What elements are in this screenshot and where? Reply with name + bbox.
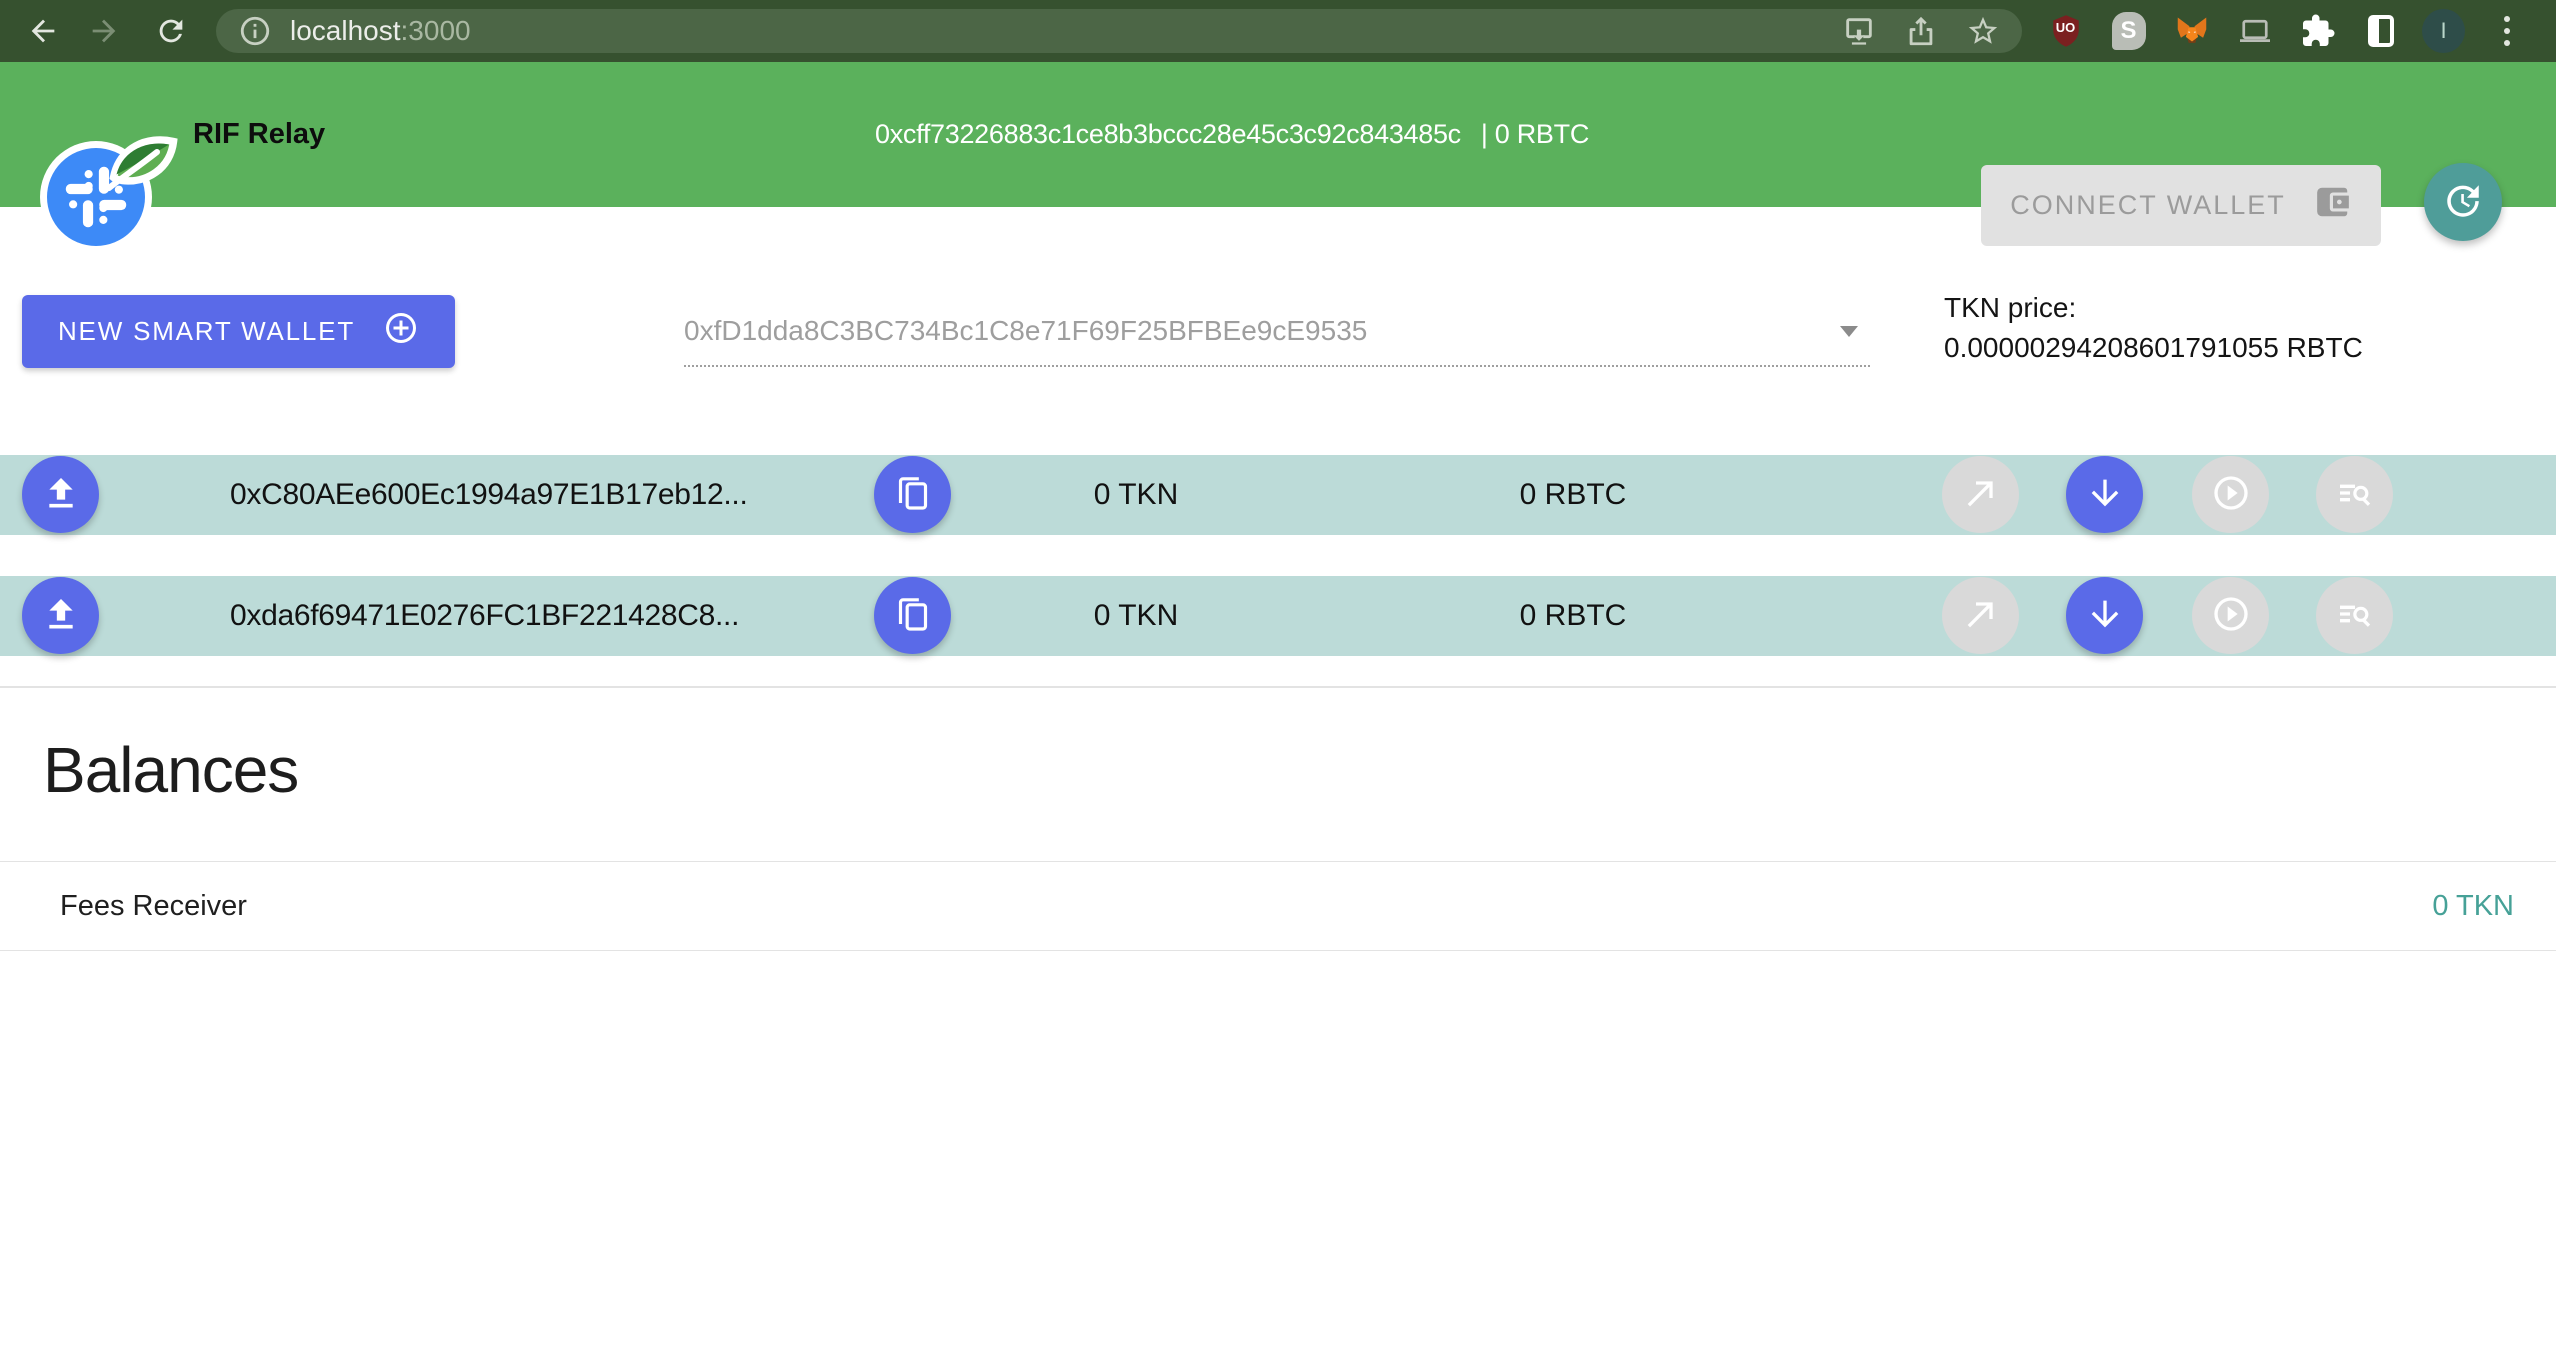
ublock-extension-icon[interactable]: UO <box>2044 10 2087 53</box>
forward-arrow-icon <box>87 35 121 52</box>
copy-address-button[interactable] <box>874 577 951 654</box>
extensions-puzzle-icon[interactable] <box>2296 10 2339 53</box>
site-info-icon[interactable] <box>238 14 272 48</box>
wallet-token-balance: 0 TKN <box>1036 576 1236 656</box>
profile-initial: I <box>2422 9 2465 53</box>
back-arrow-icon <box>26 35 60 52</box>
connect-wallet-label: CONNECT WALLET <box>2010 190 2286 221</box>
fees-receiver-value: 0 TKN <box>2432 890 2514 923</box>
token-price-value: 0.00000294208601791055 RBTC <box>1944 328 2363 368</box>
laptop-extension-icon[interactable] <box>2233 10 2276 53</box>
kebab-menu-icon <box>2504 16 2510 46</box>
upload-icon <box>41 594 81 637</box>
rif-relay-logo <box>40 141 152 253</box>
wallet-address: 0xC80AEe600Ec1994a97E1B17eb12... <box>230 455 748 535</box>
install-app-icon[interactable] <box>1842 14 1876 48</box>
fees-receiver-row: Fees Receiver 0 TKN <box>0 861 2556 951</box>
app-header: RIF Relay 0xcff73226883c1ce8b3bccc28e45c… <box>0 62 2556 207</box>
fees-receiver-label: Fees Receiver <box>60 890 247 923</box>
s-extension-icon[interactable]: S <box>2107 10 2150 53</box>
play-circle-icon <box>2211 473 2251 516</box>
search-list-icon <box>2335 594 2375 637</box>
url-text: localhost:3000 <box>290 15 471 47</box>
account-address: 0xcff73226883c1ce8b3bccc28e45c3c92c84348… <box>875 119 1461 150</box>
transfer-button[interactable] <box>1942 577 2019 654</box>
side-panel-icon[interactable] <box>2359 10 2402 53</box>
section-divider <box>0 686 2556 688</box>
transfer-button[interactable] <box>1942 456 2019 533</box>
bookmark-star-icon[interactable] <box>1966 14 2000 48</box>
wallet-address: 0xda6f69471E0276FC1BF221428C8... <box>230 576 739 656</box>
inspect-transactions-button[interactable] <box>2316 577 2393 654</box>
share-icon[interactable] <box>1904 14 1938 48</box>
smart-wallet-row: 0xda6f69471E0276FC1BF221428C8... 0 TKN 0… <box>0 576 2556 656</box>
app-title: RIF Relay <box>193 62 325 207</box>
arrow-up-right-icon <box>1961 473 2001 516</box>
forward-button[interactable] <box>87 14 121 48</box>
refresh-button[interactable] <box>2424 163 2502 241</box>
metamask-extension-icon[interactable] <box>2170 10 2213 53</box>
receive-button[interactable] <box>2066 577 2143 654</box>
execute-button[interactable] <box>2192 577 2269 654</box>
copy-icon <box>893 594 933 637</box>
receive-button[interactable] <box>2066 456 2143 533</box>
copy-icon <box>893 473 933 516</box>
url-host: localhost <box>290 15 401 46</box>
execute-button[interactable] <box>2192 456 2269 533</box>
balances-title: Balances <box>43 733 298 807</box>
header-account-info: 0xcff73226883c1ce8b3bccc28e45c3c92c84348… <box>875 62 1589 207</box>
arrow-up-right-icon <box>1961 594 2001 637</box>
deploy-wallet-button[interactable] <box>22 577 99 654</box>
back-button[interactable] <box>26 14 60 48</box>
account-balance: | 0 RBTC <box>1481 119 1589 150</box>
s-extension-label: S <box>2112 12 2146 50</box>
side-panel-glyph <box>2368 15 2394 47</box>
smart-wallet-row: 0xC80AEe600Ec1994a97E1B17eb12... 0 TKN 0… <box>0 455 2556 535</box>
upload-icon <box>41 473 81 516</box>
new-smart-wallet-label: NEW SMART WALLET <box>58 316 355 347</box>
wallet-token-balance: 0 TKN <box>1036 455 1236 535</box>
wallet-rbtc-balance: 0 RBTC <box>1463 576 1683 656</box>
url-bar[interactable]: localhost:3000 <box>216 9 2022 53</box>
arrow-down-icon <box>2085 473 2125 516</box>
profile-avatar[interactable]: I <box>2422 10 2465 53</box>
new-smart-wallet-button[interactable]: NEW SMART WALLET <box>22 295 455 368</box>
arrow-down-icon <box>2085 594 2125 637</box>
ublock-label: UO <box>2044 20 2087 35</box>
token-price-label: TKN price: <box>1944 288 2363 328</box>
browser-toolbar: localhost:3000 UO S <box>0 0 2556 62</box>
smart-wallet-select-value: 0xfD1dda8C3BC734Bc1C8e71F69F25BFBEe9cE95… <box>684 315 1367 347</box>
chevron-down-icon <box>1840 326 1858 337</box>
deploy-wallet-button[interactable] <box>22 456 99 533</box>
leaf-icon <box>106 131 178 191</box>
reload-button[interactable] <box>154 14 188 48</box>
update-clock-icon <box>2442 180 2484 225</box>
inspect-transactions-button[interactable] <box>2316 456 2393 533</box>
wallet-icon <box>2314 183 2352 228</box>
search-list-icon <box>2335 473 2375 516</box>
reload-icon <box>154 35 188 52</box>
copy-address-button[interactable] <box>874 456 951 533</box>
token-price: TKN price: 0.00000294208601791055 RBTC <box>1944 288 2363 368</box>
url-port: :3000 <box>401 15 471 46</box>
extension-icons: UO S I <box>2044 0 2528 62</box>
add-circle-icon <box>383 310 419 353</box>
smart-wallet-select[interactable]: 0xfD1dda8C3BC734Bc1C8e71F69F25BFBEe9cE95… <box>684 296 1870 367</box>
connect-wallet-button[interactable]: CONNECT WALLET <box>1981 165 2381 246</box>
browser-window: localhost:3000 UO S <box>0 0 2556 1350</box>
wallet-rbtc-balance: 0 RBTC <box>1463 455 1683 535</box>
browser-menu-button[interactable] <box>2485 10 2528 53</box>
play-circle-icon <box>2211 594 2251 637</box>
